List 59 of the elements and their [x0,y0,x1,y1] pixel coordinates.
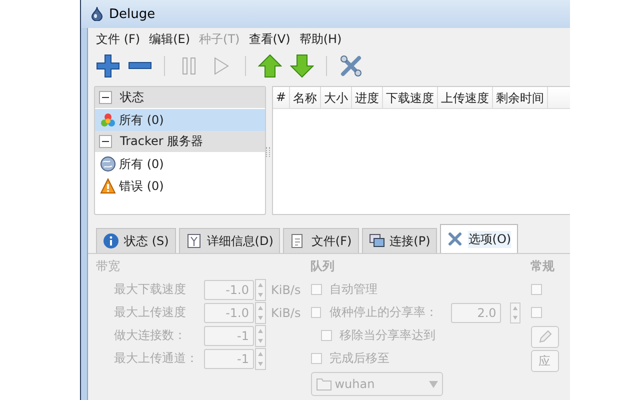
checkbox-label: 移除当分享率达到 [340,327,436,344]
column-header[interactable]: # [273,87,290,108]
collapse-toggle[interactable] [99,135,112,148]
pencil-icon [538,330,552,344]
folder-icon [316,377,332,391]
caret-icon [428,380,438,388]
field-label: 最大上传通道： [114,350,199,367]
field-label: 最大上传速度 [114,304,187,321]
move-up-button[interactable] [256,52,284,80]
menu-item[interactable]: 帮助(H) [299,31,342,48]
column-header[interactable]: 名称 [290,87,322,108]
group-label: 状态 [120,89,144,106]
tab[interactable]: 选项(O) [440,224,518,253]
group-header[interactable]: 状态 [95,87,265,110]
collapse-toggle[interactable] [99,91,112,104]
column-header[interactable]: 剩余时间 [493,87,548,108]
column-header[interactable]: 下载速度 [383,87,438,108]
move-down-button[interactable] [288,52,316,80]
menu-item[interactable]: 查看(V) [248,31,290,48]
sidebar-item[interactable]: 所有 (0) [95,109,265,132]
up-arrow-icon [258,54,282,78]
sidebar-item[interactable]: 错误 (0) [95,175,265,198]
checkbox-label: 做种停止的分享率： [329,304,438,321]
info-icon [103,233,119,249]
column-header[interactable]: 上传速度 [438,87,494,108]
item-label: 所有 (0) [119,112,164,129]
menu-item[interactable]: 文件 (F) [96,31,140,48]
section-title: 带宽 [96,258,121,275]
section-title: 队列 [310,258,336,275]
field-label: 最大下载速度 [114,281,187,298]
droplet-icon [91,7,103,21]
checkbox-label: 自动管理 [330,281,378,298]
item-label: 错误 (0) [119,178,164,195]
tab[interactable]: 文件(F) [283,228,359,253]
unit-label: KiB/s [271,282,301,296]
plus-icon [96,54,120,78]
section-title: 常规 [530,258,556,275]
tab[interactable]: 连接(P) [362,228,438,253]
globe-icon [100,156,116,172]
tab[interactable]: 状态 (S) [96,228,176,253]
windows-icon [368,233,385,249]
unit-label: KiB/s [271,306,301,320]
window-title: Deluge [109,6,156,22]
sidebar-item[interactable]: 所有 (0) [95,153,265,176]
column-header[interactable]: 进度 [352,87,384,108]
colored-balls-icon [100,112,116,128]
document-icon [186,233,202,249]
column-header[interactable]: 大小 [321,87,352,108]
warning-icon [100,178,116,194]
field-label: 做大连接数： [114,327,187,344]
menu-item[interactable]: 编辑(E) [149,31,190,48]
tab[interactable]: 详细信息(D) [178,228,280,253]
add-button[interactable] [94,52,122,80]
group-label: Tracker 服务器 [120,133,204,150]
down-arrow-icon [290,54,314,78]
checkbox-label: 完成后移至 [330,350,390,367]
group-header[interactable]: Tracker 服务器 [95,131,265,154]
minus-icon [128,62,152,70]
item-label: 所有 (0) [119,156,164,173]
